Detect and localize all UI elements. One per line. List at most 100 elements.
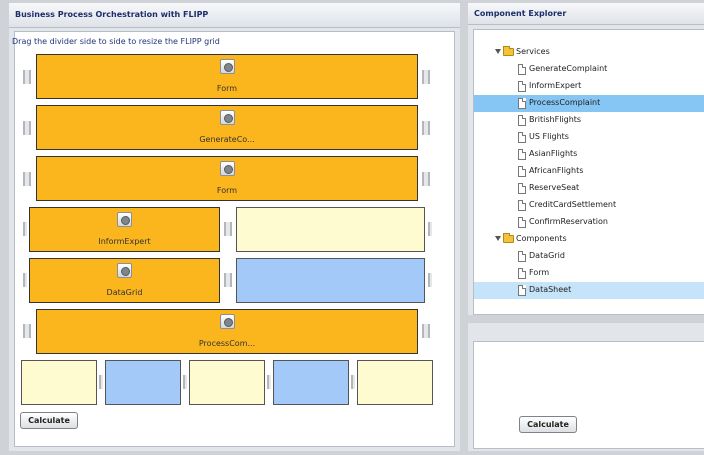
block-label: GenerateCo... — [199, 135, 255, 144]
tree-item[interactable]: AsianFlights — [474, 146, 704, 163]
column-divider[interactable] — [224, 273, 232, 287]
block-label: DataGrid — [106, 288, 143, 297]
row-divider-left[interactable] — [23, 172, 31, 186]
folder-icon — [503, 46, 514, 56]
column-divider[interactable] — [99, 375, 103, 389]
row-divider-right[interactable] — [422, 121, 430, 135]
document-icon — [518, 217, 526, 228]
tree-label: InformExpert — [529, 81, 582, 90]
expand-arrow-icon[interactable] — [495, 236, 501, 241]
empty-slot[interactable] — [21, 360, 97, 405]
folder-icon — [503, 233, 514, 243]
column-divider[interactable] — [224, 222, 232, 236]
row-divider-left[interactable] — [23, 273, 27, 287]
tree-label: DataSheet — [529, 285, 572, 294]
panel-title: Business Process Orchestration with FLIP… — [15, 10, 209, 19]
document-icon — [518, 200, 526, 211]
tree-item[interactable]: InformExpert — [474, 78, 704, 95]
document-icon — [518, 166, 526, 177]
calculate-button[interactable]: Calculate — [20, 412, 78, 429]
empty-slot[interactable] — [105, 360, 181, 405]
datagrid-block[interactable]: DataGrid — [29, 258, 220, 303]
tree-item[interactable]: BritishFlights — [474, 112, 704, 129]
instructions-text: Drag the divider side to side to resize … — [12, 37, 220, 46]
row-divider-right[interactable] — [422, 324, 430, 338]
empty-slot[interactable] — [236, 207, 425, 252]
document-icon — [518, 115, 526, 126]
tree-item[interactable]: ReserveSeat — [474, 180, 704, 197]
tree-item[interactable]: Form — [474, 265, 704, 282]
tree-item[interactable]: CreditCardSettlement — [474, 197, 704, 214]
tree-label: ProcessComplaint — [529, 98, 601, 107]
block-label: Form — [216, 84, 238, 93]
empty-slot[interactable] — [273, 360, 349, 405]
tree-label: ConfirmReservation — [529, 217, 608, 226]
tree-item-selected[interactable]: ProcessComplaint — [474, 95, 704, 112]
document-icon — [518, 285, 526, 296]
tree-label: BritishFlights — [529, 115, 582, 124]
form-block[interactable]: Form — [36, 54, 418, 99]
tree-label: CreditCardSettlement — [529, 200, 617, 209]
component-tree: Services GenerateComplaint InformExpert … — [473, 29, 704, 315]
tree-item[interactable]: US Flights — [474, 129, 704, 146]
tree-item[interactable]: GenerateComplaint — [474, 61, 704, 78]
row-divider-right[interactable] — [428, 222, 432, 236]
block-label: Form — [216, 186, 238, 195]
properties-area: Calculate — [473, 341, 704, 449]
column-divider[interactable] — [351, 375, 355, 389]
row-divider-right[interactable] — [428, 273, 432, 287]
expand-arrow-icon[interactable] — [495, 49, 501, 54]
gear-icon[interactable] — [117, 212, 132, 227]
row-divider-right[interactable] — [422, 70, 430, 84]
row-divider-left[interactable] — [23, 70, 31, 84]
tree-item[interactable]: DataSheet — [474, 282, 704, 299]
tree-item[interactable]: DataGrid — [474, 248, 704, 265]
row-divider-left[interactable] — [23, 324, 31, 338]
row-divider-left[interactable] — [23, 222, 27, 236]
tree-folder-components[interactable]: Components — [474, 231, 704, 248]
panel-header: Component Explorer — [468, 3, 704, 25]
tree-label: DataGrid — [529, 251, 565, 260]
panel-title: Component Explorer — [474, 9, 567, 18]
tree-label: ReserveSeat — [529, 183, 580, 192]
tree-item[interactable]: ConfirmReservation — [474, 214, 704, 231]
empty-slot[interactable] — [357, 360, 433, 405]
gear-icon[interactable] — [220, 161, 235, 176]
tree-label: Components — [516, 234, 567, 243]
gear-icon[interactable] — [220, 59, 235, 74]
gear-icon[interactable] — [117, 263, 132, 278]
row-divider-left[interactable] — [23, 121, 31, 135]
document-icon — [518, 268, 526, 279]
process-complaint-block[interactable]: ProcessCom... — [36, 309, 418, 354]
document-icon — [518, 64, 526, 75]
inform-expert-block[interactable]: InformExpert — [29, 207, 220, 252]
document-icon — [518, 149, 526, 160]
tree-folder-services[interactable]: Services — [474, 44, 704, 61]
gear-icon[interactable] — [220, 110, 235, 125]
document-icon — [518, 98, 526, 109]
tree-label: GenerateComplaint — [529, 64, 608, 73]
gear-icon[interactable] — [220, 314, 235, 329]
document-icon — [518, 132, 526, 143]
block-label: InformExpert — [98, 237, 151, 246]
column-divider[interactable] — [183, 375, 187, 389]
tree-item[interactable]: AfricanFlights — [474, 163, 704, 180]
empty-slot[interactable] — [189, 360, 265, 405]
column-divider[interactable] — [267, 375, 271, 389]
generate-complaint-block[interactable]: GenerateCo... — [36, 105, 418, 150]
tree-label: Services — [516, 47, 550, 56]
tree-label: AfricanFlights — [529, 166, 584, 175]
component-explorer-panel: Component Explorer Services GenerateComp… — [468, 3, 704, 315]
document-icon — [518, 251, 526, 262]
tree-label: AsianFlights — [529, 149, 578, 158]
panel-header: Business Process Orchestration with FLIP… — [9, 3, 460, 28]
empty-slot[interactable] — [236, 258, 425, 303]
document-icon — [518, 183, 526, 194]
row-divider-right[interactable] — [422, 172, 430, 186]
form-block[interactable]: Form — [36, 156, 418, 201]
tree-label: US Flights — [529, 132, 569, 141]
calculate-button[interactable]: Calculate — [519, 416, 577, 433]
document-icon — [518, 81, 526, 92]
tree-label: Form — [529, 268, 550, 277]
block-label: ProcessCom... — [198, 339, 256, 348]
